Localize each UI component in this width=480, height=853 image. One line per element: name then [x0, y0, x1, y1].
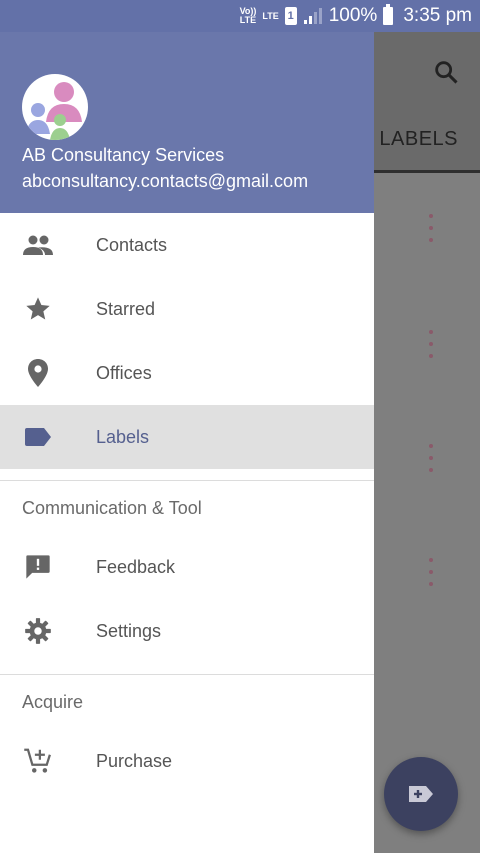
- menu-item-offices[interactable]: Offices: [0, 341, 374, 405]
- menu-label: Offices: [96, 362, 152, 383]
- more-vert-icon[interactable]: [428, 330, 434, 364]
- location-pin-icon: [22, 357, 54, 389]
- volte-indicator: Vo)) LTE: [239, 6, 257, 25]
- tab-indicator: [374, 170, 480, 173]
- people-icon: [22, 229, 54, 261]
- section-title-communication: Communication & Tool: [22, 497, 202, 518]
- account-avatar[interactable]: [22, 74, 88, 140]
- section-title-acquire: Acquire: [22, 691, 84, 712]
- menu-item-contacts[interactable]: Contacts: [0, 213, 374, 277]
- menu-label: Purchase: [96, 750, 173, 771]
- drawer-menu: Contacts Starred Offices Labels Communic…: [0, 213, 374, 793]
- search-icon[interactable]: [432, 58, 460, 86]
- more-vert-icon[interactable]: [428, 444, 434, 478]
- gear-icon: [22, 615, 54, 647]
- sim-icon: 1: [284, 7, 297, 25]
- menu-label: Contacts: [96, 234, 168, 255]
- signal-icon: [303, 8, 322, 24]
- people-avatar-icon: [26, 82, 82, 140]
- tab-labels[interactable]: LABELS: [379, 128, 458, 151]
- menu-label: Settings: [96, 620, 162, 641]
- navigation-drawer: AB Consultancy Services abconsultancy.co…: [0, 32, 374, 853]
- account-name: AB Consultancy Services: [22, 145, 225, 165]
- menu-item-feedback[interactable]: Feedback: [0, 535, 374, 599]
- menu-label: Starred: [96, 298, 156, 319]
- menu-label: Feedback: [96, 556, 176, 577]
- menu-item-purchase[interactable]: Purchase: [0, 729, 374, 793]
- menu-label: Labels: [96, 426, 150, 447]
- clock: 3:35 pm: [403, 5, 472, 26]
- menu-item-settings[interactable]: Settings: [0, 599, 374, 663]
- account-email: abconsultancy.contacts@gmail.com: [22, 171, 309, 191]
- feedback-icon: [22, 551, 54, 583]
- lte-indicator: LTE: [262, 10, 279, 21]
- add-label-fab[interactable]: [384, 757, 458, 831]
- battery-icon: [383, 4, 394, 25]
- more-vert-icon[interactable]: [428, 558, 434, 592]
- add-label-icon: [409, 786, 433, 802]
- battery-percent: 100%: [328, 5, 378, 26]
- drawer-header: AB Consultancy Services abconsultancy.co…: [0, 32, 374, 213]
- menu-item-labels[interactable]: Labels: [0, 405, 374, 469]
- status-bar: Vo)) LTE LTE 1 100% 3:35 pm: [0, 0, 480, 32]
- cart-add-icon: [22, 745, 54, 777]
- more-vert-icon[interactable]: [428, 214, 434, 248]
- label-icon: [22, 421, 54, 453]
- star-icon: [22, 293, 54, 325]
- menu-item-starred[interactable]: Starred: [0, 277, 374, 341]
